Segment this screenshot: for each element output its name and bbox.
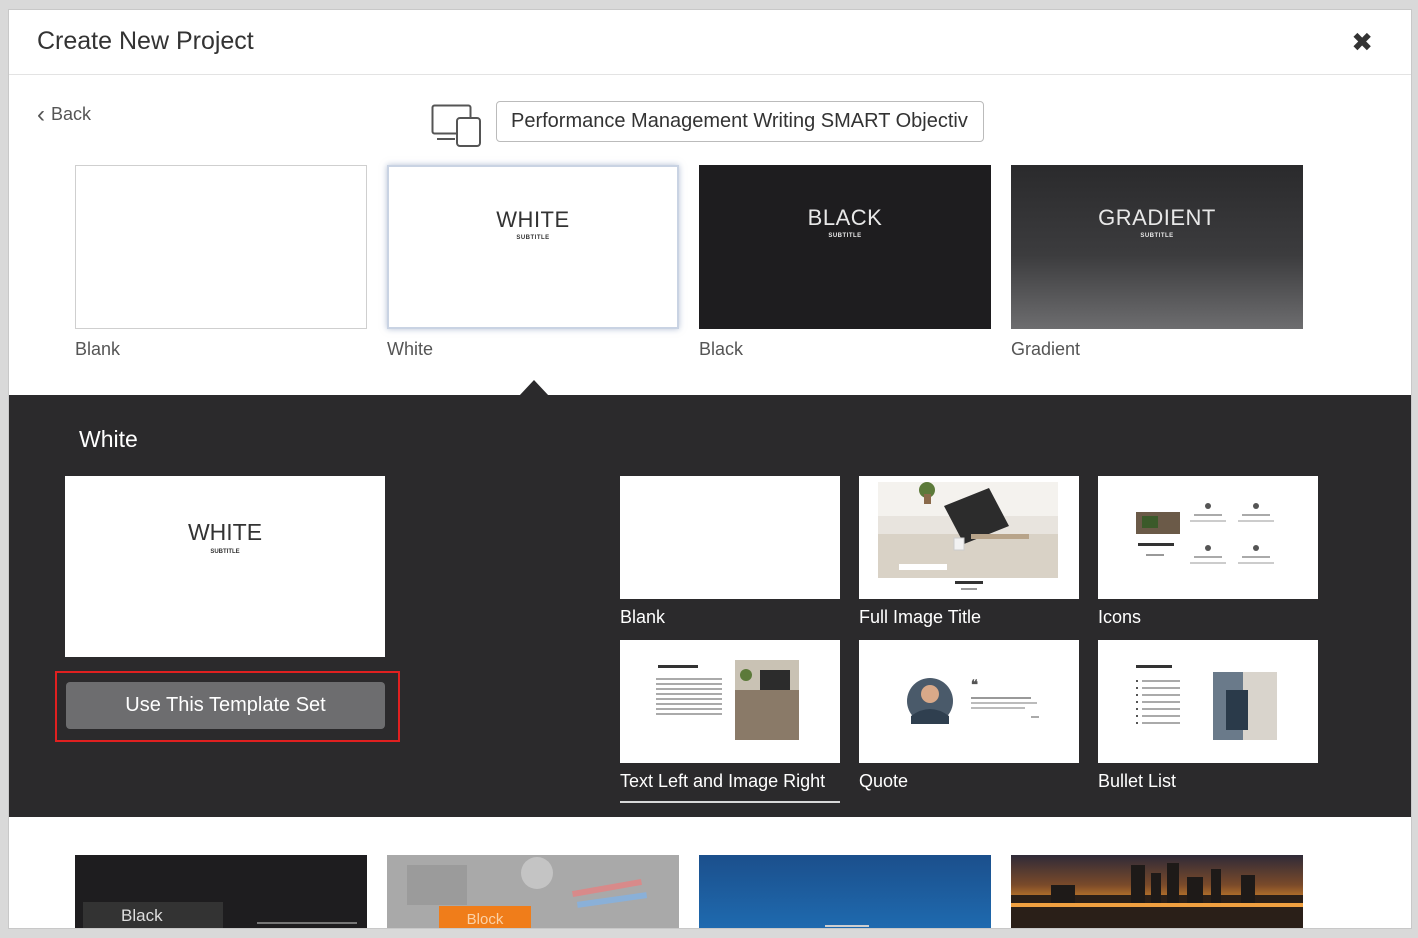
layout-thumbnail[interactable]: ❝ xyxy=(859,640,1079,763)
caption-line xyxy=(825,925,869,927)
layout-thumbnail[interactable] xyxy=(620,476,840,599)
theme-blank[interactable]: Blank xyxy=(75,165,367,360)
caption-line xyxy=(257,922,357,924)
theme-black[interactable]: BLACK SUBTITLE Black xyxy=(699,165,991,360)
theme-label: Black xyxy=(699,339,744,359)
theme-thumbnail[interactable] xyxy=(75,165,367,329)
theme-city[interactable] xyxy=(1011,855,1303,928)
theme-label: Blank xyxy=(75,339,121,359)
svg-text:❝: ❝ xyxy=(971,677,978,692)
quote-layout-preview: ❝ xyxy=(907,677,1039,724)
layout-thumbnail[interactable] xyxy=(620,640,840,763)
project-name-input[interactable] xyxy=(496,101,984,142)
dialog-title: Create New Project xyxy=(37,27,254,55)
bullet-list-layout-preview xyxy=(1136,665,1277,740)
theme-label: Gradient xyxy=(1011,339,1081,359)
use-template-button[interactable]: Use This Template Set xyxy=(66,682,385,729)
theme-thumbnail-caption: Block xyxy=(439,906,531,928)
theme-thumbnail-caption: Black xyxy=(83,902,223,928)
theme-gradient[interactable]: GRADIENT SUBTITLE Gradient xyxy=(1011,165,1303,360)
layout-label: Blank xyxy=(620,607,666,627)
devices-icon xyxy=(431,104,481,147)
layout-label: Bullet List xyxy=(1098,771,1177,791)
thumbnail-subtitle: SUBTITLE xyxy=(516,235,550,241)
dialog-header: Create New Project ✖ xyxy=(9,10,1411,75)
thumbnail-subtitle: SUBTITLE xyxy=(1140,233,1174,239)
city-skyline-image xyxy=(1011,863,1303,928)
chevron-left-icon: ‹ xyxy=(37,100,45,128)
selection-caret xyxy=(519,380,549,396)
thumbnail-title: WHITE xyxy=(496,207,570,232)
layout-thumbnail[interactable] xyxy=(1098,476,1318,599)
layout-quote[interactable]: ❝ Quote xyxy=(859,640,1079,792)
back-button[interactable]: ‹ Back xyxy=(37,100,92,128)
theme-thumbnail[interactable]: GRADIENT SUBTITLE xyxy=(1011,165,1303,329)
panel-title: White xyxy=(79,426,138,452)
close-icon[interactable]: ✖ xyxy=(1351,28,1373,56)
theme-blue[interactable] xyxy=(699,855,991,928)
thumbnail-title: GRADIENT xyxy=(1098,205,1216,230)
theme-thumbnail-selected[interactable]: WHITE SUBTITLE xyxy=(387,165,679,329)
theme-white[interactable]: WHITE SUBTITLE White xyxy=(387,165,679,360)
desk-photo-image xyxy=(878,482,1058,590)
layout-full-image-title[interactable]: Full Image Title xyxy=(859,476,1079,628)
layout-label: Icons xyxy=(1098,607,1142,627)
icons-layout-preview xyxy=(1136,503,1274,564)
layout-label: Quote xyxy=(859,771,909,791)
theme-block[interactable]: Block xyxy=(387,855,679,928)
office-supplies-image xyxy=(387,855,679,928)
theme-black-photo[interactable]: Black xyxy=(75,855,367,928)
theme-label: White xyxy=(387,339,434,359)
layout-label: Text Left and Image Right xyxy=(620,771,840,803)
template-preview: WHITE SUBTITLE xyxy=(65,476,385,657)
layout-thumbnail[interactable] xyxy=(859,476,1079,599)
layout-bullet-list[interactable]: Bullet List xyxy=(1098,640,1318,792)
back-label: Back xyxy=(51,104,92,124)
preview-subtitle: SUBTITLE xyxy=(210,549,240,555)
layout-thumbnail[interactable] xyxy=(1098,640,1318,763)
layout-label: Full Image Title xyxy=(859,607,982,627)
thumbnail-subtitle: SUBTITLE xyxy=(828,233,862,239)
thumbnail-title: BLACK xyxy=(807,205,883,230)
text-image-layout-preview xyxy=(656,660,799,740)
preview-title: WHITE xyxy=(187,519,263,545)
theme-thumbnail[interactable]: BLACK SUBTITLE xyxy=(699,165,991,329)
create-project-dialog: Create New Project ✖ ‹ Back Blank WHITE … xyxy=(8,9,1412,929)
layout-icons[interactable]: Icons xyxy=(1098,476,1318,628)
template-detail-panel: White WHITE SUBTITLE Use This Template S… xyxy=(9,395,1411,817)
layout-blank[interactable]: Blank xyxy=(620,476,840,628)
layout-text-left-image-right[interactable]: Text Left and Image Right xyxy=(620,640,840,803)
